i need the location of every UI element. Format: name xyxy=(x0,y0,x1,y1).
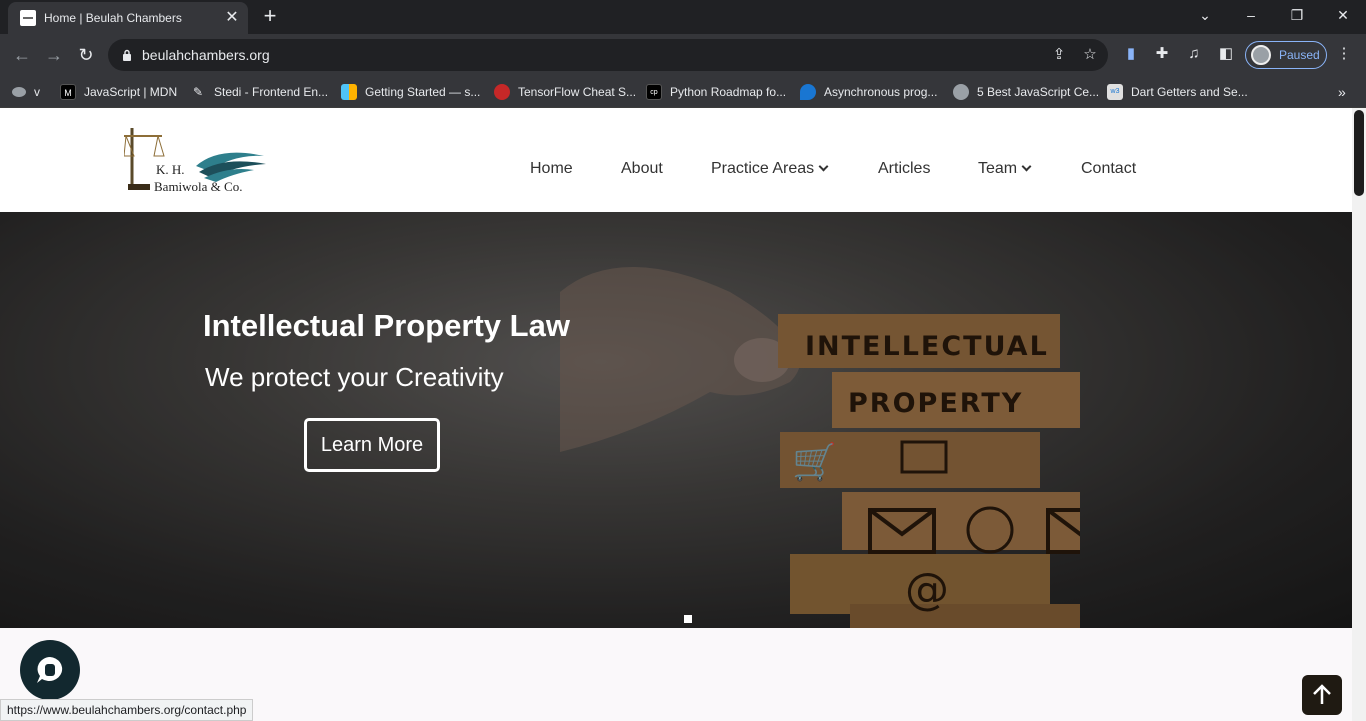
nav-label: Team xyxy=(978,160,1018,177)
chevron-down-icon xyxy=(1021,161,1032,172)
tensorflow-icon xyxy=(494,84,510,100)
cp-icon: cp xyxy=(646,84,662,100)
bookmark-javascript-cert[interactable]: 5 Best JavaScript Ce... xyxy=(953,82,1099,102)
nav-articles[interactable]: Articles xyxy=(878,160,930,178)
bookmark-label: Getting Started — s... xyxy=(365,85,481,99)
reload-button[interactable]: ↻ xyxy=(73,42,99,68)
minimize-button[interactable]: – xyxy=(1228,0,1274,30)
site-logo[interactable]: K. H. Bamiwola & Co. xyxy=(124,126,274,198)
globe-icon xyxy=(953,84,969,100)
website-icon: w3 xyxy=(1107,84,1123,100)
close-tab-icon[interactable]: ✕ xyxy=(222,8,242,28)
more-bookmarks-icon[interactable]: » xyxy=(1338,82,1346,102)
logo-initials: K. H. xyxy=(156,162,185,177)
back-button[interactable]: ← xyxy=(9,42,35,68)
bookmark-dart-getters[interactable]: w3 Dart Getters and Se... xyxy=(1107,82,1248,102)
forward-button[interactable]: → xyxy=(41,42,67,68)
url-text: beulahchambers.org xyxy=(142,47,270,63)
nav-label: Practice Areas xyxy=(711,160,815,177)
bookmark-label: Dart Getters and Se... xyxy=(1131,85,1248,99)
hero-slider: INTELLECTUAL PROPERTY 🛒 @ Intellectual P… xyxy=(0,212,1352,628)
bookmark-label: v xyxy=(34,85,40,99)
web-page: K. H. Bamiwola & Co. Home About Practice… xyxy=(0,108,1352,721)
nav-practice-areas[interactable]: Practice Areas xyxy=(711,160,829,178)
tab-title: Home | Beulah Chambers xyxy=(44,11,182,25)
tab-strip: Home | Beulah Chambers ✕ + ⌄ – ❐ ✕ xyxy=(0,0,1366,34)
site-favicon-icon xyxy=(20,10,36,26)
lock-icon xyxy=(123,49,131,61)
bookmark-folder[interactable]: v xyxy=(12,82,40,102)
profile-status: Paused xyxy=(1279,48,1320,62)
bookmark-star-icon[interactable]: ☆ xyxy=(1079,44,1101,66)
bookmark-label: Stedi - Frontend En... xyxy=(214,85,329,99)
bookmark-stedi[interactable]: ✎ Stedi - Frontend En... xyxy=(190,82,328,102)
extensions-puzzle-icon[interactable]: ✚ xyxy=(1151,43,1173,65)
link-status-bar: https://www.beulahchambers.org/contact.p… xyxy=(0,699,254,721)
restore-button[interactable]: ❐ xyxy=(1274,0,1320,30)
nav-team[interactable]: Team xyxy=(978,160,1032,178)
site-header: K. H. Bamiwola & Co. Home About Practice… xyxy=(0,108,1352,212)
people-icon xyxy=(12,87,26,97)
bookmark-async[interactable]: Asynchronous prog... xyxy=(800,82,937,102)
tab-search-icon[interactable]: ⌄ xyxy=(1182,0,1228,30)
bookmarks-bar: v M JavaScript | MDN ✎ Stedi - Frontend … xyxy=(0,76,1366,108)
mdn-icon: M xyxy=(60,84,76,100)
chevron-down-icon xyxy=(818,161,829,172)
bookmark-mdn[interactable]: M JavaScript | MDN xyxy=(60,82,177,102)
browser-tab[interactable]: Home | Beulah Chambers ✕ xyxy=(8,2,248,34)
logo-name: Bamiwola & Co. xyxy=(154,179,243,194)
arrow-up-icon xyxy=(1313,684,1331,704)
bookmark-tensorflow[interactable]: TensorFlow Cheat S... xyxy=(494,82,636,102)
media-control-icon[interactable]: ♫ xyxy=(1183,43,1205,65)
page-scrollbar[interactable] xyxy=(1352,108,1366,721)
chat-widget-button[interactable] xyxy=(20,640,80,700)
bookmark-label: Python Roadmap fo... xyxy=(670,85,787,99)
pen-icon: ✎ xyxy=(190,84,206,100)
chat-icon xyxy=(37,657,63,683)
scrollbar-thumb[interactable] xyxy=(1354,110,1364,196)
nav-home[interactable]: Home xyxy=(530,160,573,178)
bookmark-python-roadmap[interactable]: cp Python Roadmap fo... xyxy=(646,82,786,102)
hero-title: Intellectual Property Law xyxy=(203,308,570,343)
menu-icon[interactable]: ⋮ xyxy=(1333,43,1355,65)
side-panel-icon[interactable]: ◧ xyxy=(1215,43,1237,65)
nav-contact[interactable]: Contact xyxy=(1081,160,1136,178)
share-icon[interactable]: ⇪ xyxy=(1048,44,1070,66)
browser-toolbar: ← → ↻ beulahchambers.org ⇪ ☆ ▮ ✚ ♫ ◧ Pau… xyxy=(0,34,1366,76)
bookmark-label: JavaScript | MDN xyxy=(84,85,178,99)
nav-about[interactable]: About xyxy=(621,160,663,178)
bookmark-label: Asynchronous prog... xyxy=(824,85,938,99)
bookmark-label: 5 Best JavaScript Ce... xyxy=(977,85,1100,99)
bookmark-getting-started[interactable]: Getting Started — s... xyxy=(341,82,480,102)
hero-subtitle: We protect your Creativity xyxy=(205,362,504,392)
learn-more-button[interactable]: Learn More xyxy=(304,418,440,472)
svelte-icon xyxy=(341,84,357,100)
avatar xyxy=(1251,45,1271,65)
close-window-button[interactable]: ✕ xyxy=(1320,0,1366,30)
profile-button[interactable]: Paused xyxy=(1245,41,1327,69)
new-tab-button[interactable]: + xyxy=(258,5,282,29)
address-bar[interactable]: beulahchambers.org ⇪ ☆ xyxy=(108,39,1108,71)
bookmark-label: TensorFlow Cheat S... xyxy=(518,85,637,99)
extension-icon[interactable]: ▮ xyxy=(1120,43,1142,65)
slider-indicator[interactable] xyxy=(684,615,692,623)
dart-icon xyxy=(800,84,816,100)
scroll-to-top-button[interactable] xyxy=(1302,675,1342,715)
